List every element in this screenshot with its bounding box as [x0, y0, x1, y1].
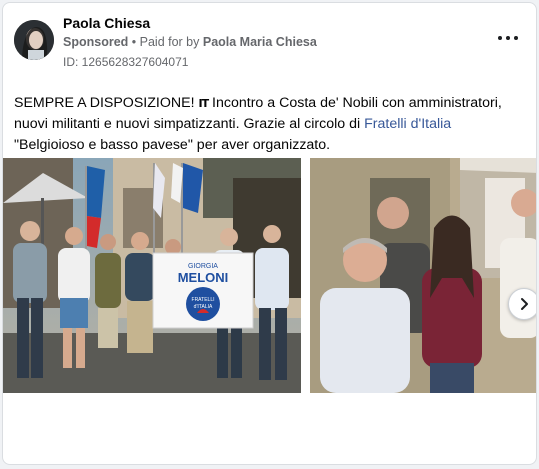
carousel-photo-group[interactable]: GIORGIA MELONI FRATELLI d'ITALIA	[3, 158, 301, 393]
fratelli-italia-link[interactable]: Fratelli d'Italia	[364, 116, 451, 132]
post-text: SEMPRE A DISPOSIZIONE! IT Incontro a Cos…	[14, 93, 524, 156]
sponsored-label: Sponsored	[63, 35, 129, 49]
paid-for-prefix: Paid for by	[139, 35, 203, 49]
more-options-icon-dot	[506, 36, 510, 40]
banner-text-meloni: MELONI	[178, 270, 229, 285]
banner-text-giorgia: GIORGIA	[188, 263, 218, 270]
ad-id: ID: 1265628327604071	[63, 55, 189, 69]
sponsored-line: Sponsored • Paid for by Paola Maria Chie…	[63, 35, 317, 49]
paid-for-name[interactable]: Paola Maria Chiesa	[203, 35, 317, 49]
ad-post-card: Paola Chiesa Sponsored • Paid for by Pao…	[2, 2, 537, 465]
more-options-icon-dot	[514, 36, 518, 40]
author-avatar[interactable]	[14, 20, 54, 60]
carousel-next-button[interactable]	[508, 288, 536, 320]
photo-carousel: GIORGIA MELONI FRATELLI d'ITALIA	[3, 158, 536, 393]
separator: •	[128, 35, 140, 49]
post-header: Paola Chiesa Sponsored • Paid for by Pao…	[3, 3, 536, 83]
more-options-icon	[498, 36, 502, 40]
post-text-part: SEMPRE A DISPOSIZIONE!	[14, 95, 199, 111]
author-name[interactable]: Paola Chiesa	[63, 15, 150, 31]
more-options-button[interactable]	[498, 31, 518, 45]
chevron-right-icon	[521, 298, 528, 310]
banner-logo-fratelli: FRATELLI	[192, 297, 215, 303]
post-text-part: "Belgioioso e basso pavese" per aver org…	[14, 137, 331, 153]
carousel-photo-closeup[interactable]	[310, 158, 536, 393]
italy-flag-icon: IT	[198, 97, 210, 110]
